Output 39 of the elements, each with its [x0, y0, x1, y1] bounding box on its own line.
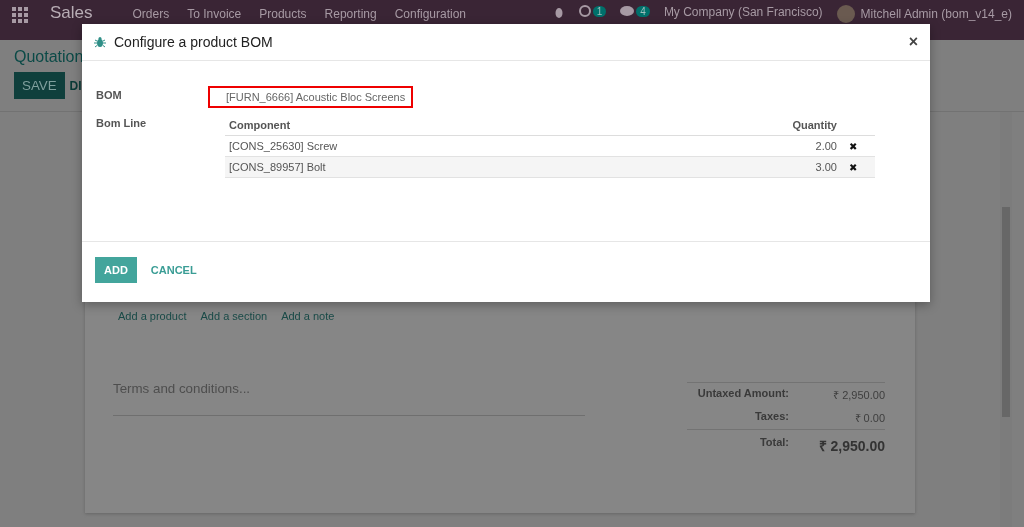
bom-field[interactable]: [FURN_6666] Acoustic Bloc Screens — [208, 86, 414, 108]
activity-count-badge: 1 — [592, 5, 607, 17]
menu-item[interactable]: To Invoice — [187, 7, 242, 21]
add-line-link[interactable]: Add a section — [200, 310, 268, 322]
menu-item[interactable]: Orders — [132, 7, 170, 21]
column-header: Quantity — [641, 114, 875, 136]
add-line-link[interactable]: Add a product — [118, 310, 187, 322]
remove-line-button[interactable]: ✖ — [849, 141, 858, 152]
menu-item[interactable]: Reporting — [324, 7, 377, 21]
table-cell: [CONS_89957] Bolt — [225, 156, 642, 178]
company-switcher[interactable]: My Company (San Francisco) — [663, 5, 823, 19]
message-count-badge: 4 — [636, 5, 650, 17]
dialog-title: Configure a product BOM — [114, 34, 273, 50]
save-button[interactable]: SAVE — [14, 72, 65, 99]
add-line-link[interactable]: Add a note — [281, 310, 335, 322]
add-button[interactable]: ADD — [95, 257, 137, 283]
user-menu[interactable]: Mitchell Admin (bom_v14_e) — [860, 7, 1012, 21]
menu-item[interactable]: Configuration — [394, 7, 467, 21]
clock-icon[interactable] — [578, 5, 591, 17]
total-label: Untaxed Amount: — [696, 387, 790, 401]
total-value: ₹ 2,950.00 — [832, 388, 885, 402]
apps-grid-icon[interactable] — [12, 7, 28, 23]
column-header: Component — [225, 114, 642, 136]
remove-line-button[interactable]: ✖ — [849, 162, 858, 173]
app-name[interactable]: Sales — [50, 3, 93, 23]
total-label: Total: — [758, 436, 790, 450]
table-cell: [CONS_25630] Screw — [225, 135, 642, 157]
total-value: ₹ 0.00 — [853, 411, 885, 425]
chat-icon[interactable] — [620, 5, 635, 17]
total-label: Taxes: — [753, 410, 790, 424]
total-value: ₹ 2,950.00 — [817, 437, 885, 455]
cancel-button[interactable]: CANCEL — [150, 257, 197, 283]
field-label: BOM — [96, 88, 123, 103]
discard-button[interactable]: DI — [69, 78, 82, 93]
menu-item[interactable]: Products — [259, 7, 307, 21]
close-button[interactable]: × — [906, 33, 920, 51]
table-cell: 2.00 — [641, 135, 845, 157]
terms-field[interactable]: Terms and conditions... — [113, 382, 585, 416]
field-label: Bom Line — [96, 116, 148, 131]
